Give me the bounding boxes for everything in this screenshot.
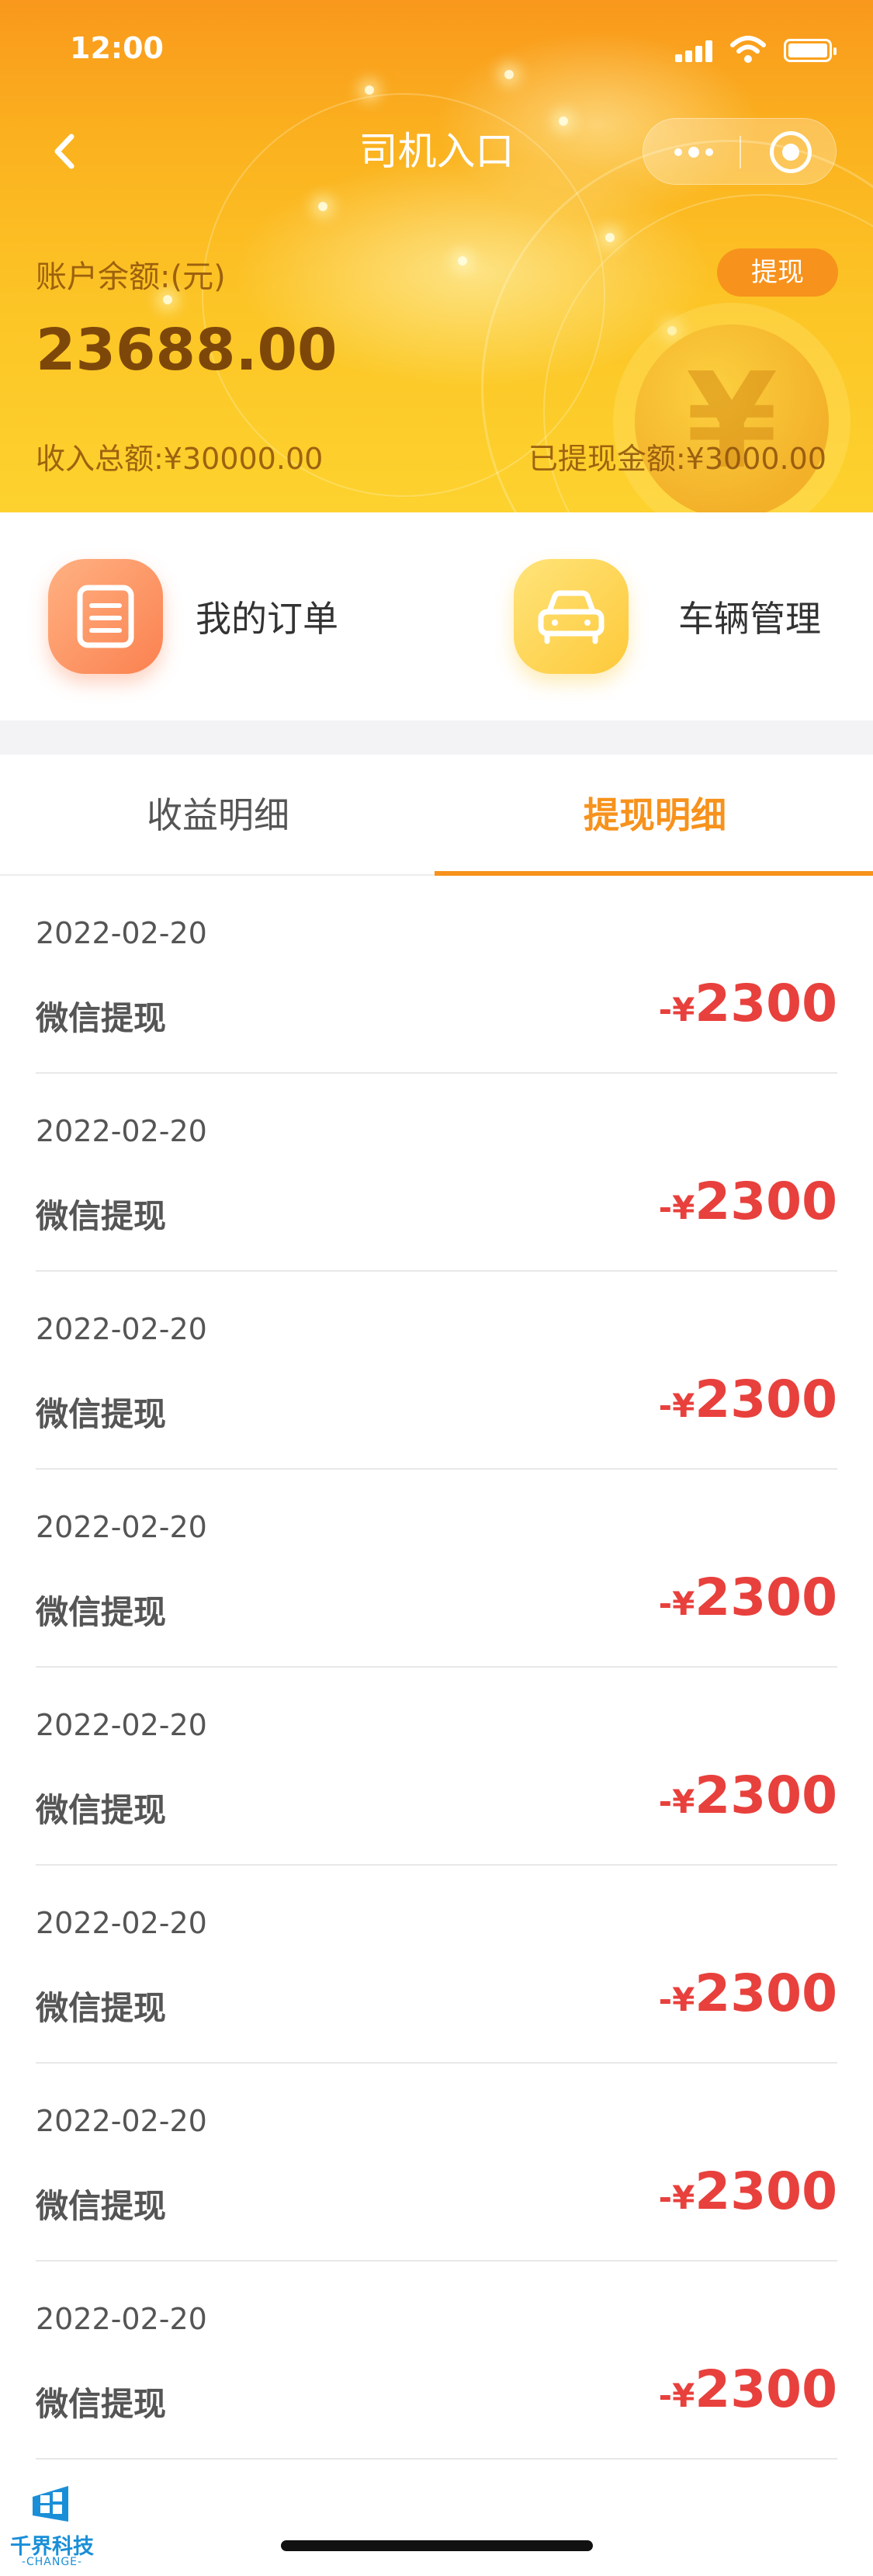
record-method: 微信提现 bbox=[36, 2187, 167, 2225]
amount-prefix: -¥ bbox=[658, 1387, 695, 1425]
list-item[interactable]: 2022-02-20 微信提现 -¥2300 bbox=[36, 876, 837, 1074]
amount-value: 2300 bbox=[695, 2359, 837, 2419]
record-date: 2022-02-20 bbox=[36, 1114, 207, 1148]
amount-value: 2300 bbox=[695, 1567, 837, 1627]
balance-value: 23688.00 bbox=[36, 317, 338, 384]
amount-prefix: -¥ bbox=[658, 1783, 695, 1821]
record-date: 2022-02-20 bbox=[36, 2104, 207, 2138]
tab-withdraw-details[interactable]: 提现明细 bbox=[437, 755, 873, 876]
record-amount: -¥2300 bbox=[659, 1765, 837, 1825]
amount-value: 2300 bbox=[695, 1765, 837, 1825]
record-amount: -¥2300 bbox=[659, 2161, 837, 2221]
list-item[interactable]: 2022-02-20 微信提现 -¥2300 bbox=[36, 1668, 837, 1866]
record-method: 微信提现 bbox=[36, 1395, 167, 1433]
record-method: 微信提现 bbox=[36, 1791, 167, 1829]
amount-prefix: -¥ bbox=[658, 991, 695, 1029]
status-time: 12:00 bbox=[70, 31, 164, 65]
coin-icon: ¥ bbox=[635, 325, 829, 512]
wifi-icon bbox=[730, 36, 766, 63]
mini-program-capsule bbox=[643, 118, 837, 185]
sparkle bbox=[458, 256, 467, 266]
record-date: 2022-02-20 bbox=[36, 1906, 207, 1940]
record-method: 微信提现 bbox=[36, 999, 167, 1037]
company-logo-icon bbox=[33, 2486, 68, 2522]
list-item[interactable]: 2022-02-20 微信提现 -¥2300 bbox=[36, 1272, 837, 1470]
tab-income-details[interactable]: 收益明细 bbox=[0, 755, 436, 876]
record-amount: -¥2300 bbox=[659, 1370, 837, 1429]
amount-prefix: -¥ bbox=[658, 1981, 695, 2019]
my-orders-label: 我的订单 bbox=[196, 598, 338, 640]
battery-icon bbox=[784, 39, 837, 62]
status-bar: 12:00 bbox=[0, 0, 873, 101]
list-item[interactable]: 2022-02-20 微信提现 -¥2300 bbox=[36, 1074, 837, 1272]
amount-value: 2300 bbox=[695, 1370, 837, 1429]
amount-prefix: -¥ bbox=[658, 1585, 695, 1623]
record-amount: -¥2300 bbox=[659, 974, 837, 1033]
company-watermark: 千界科技 -CHANGE- bbox=[2, 2481, 102, 2573]
amount-value: 2300 bbox=[695, 974, 837, 1033]
amount-prefix: -¥ bbox=[658, 2178, 695, 2217]
record-date: 2022-02-20 bbox=[36, 1312, 207, 1346]
my-orders-entry[interactable]: 我的订单 bbox=[48, 559, 338, 674]
account-header: ¥ 12:00 司机入口 账户余额:(元) 提现 23688.00 收入总额:¥… bbox=[0, 0, 873, 512]
record-date: 2022-02-20 bbox=[36, 916, 207, 950]
record-date: 2022-02-20 bbox=[36, 1708, 207, 1742]
record-method: 微信提现 bbox=[36, 1197, 167, 1235]
record-amount: -¥2300 bbox=[659, 1567, 837, 1627]
list-item[interactable]: 2022-02-20 微信提现 -¥2300 bbox=[36, 2064, 837, 2262]
section-divider bbox=[0, 720, 873, 755]
withdrawn-total: 已提现金额:¥3000.00 bbox=[528, 442, 826, 476]
record-amount: -¥2300 bbox=[659, 1172, 837, 1231]
amount-prefix: -¥ bbox=[658, 2376, 695, 2415]
record-method: 微信提现 bbox=[36, 1593, 167, 1631]
sparkle bbox=[667, 326, 677, 335]
target-circle-icon[interactable] bbox=[770, 131, 812, 173]
record-method: 微信提现 bbox=[36, 2385, 167, 2423]
car-icon bbox=[514, 559, 629, 674]
driver-portal-page: ¥ 12:00 司机入口 账户余额:(元) 提现 23688.00 收入总额:¥… bbox=[0, 0, 873, 2576]
quick-entries: 我的订单 车辆管理 bbox=[0, 512, 873, 720]
home-indicator[interactable] bbox=[281, 2540, 593, 2551]
list-item[interactable]: 2022-02-20 微信提现 -¥2300 bbox=[36, 1866, 837, 2064]
record-date: 2022-02-20 bbox=[36, 1510, 207, 1544]
detail-tabs: 收益明细 提现明细 bbox=[0, 755, 873, 876]
back-button[interactable] bbox=[39, 124, 93, 179]
vehicle-management-label: 车辆管理 bbox=[678, 598, 821, 640]
amount-value: 2300 bbox=[695, 2161, 837, 2221]
capsule-divider bbox=[740, 136, 741, 168]
record-amount: -¥2300 bbox=[659, 1963, 837, 2023]
list-item[interactable]: 2022-02-20 微信提现 -¥2300 bbox=[36, 1470, 837, 1668]
chevron-left-icon bbox=[54, 134, 74, 169]
document-list-icon bbox=[48, 559, 163, 674]
record-date: 2022-02-20 bbox=[36, 2302, 207, 2336]
sparkle bbox=[605, 233, 615, 242]
list-item[interactable]: 2022-02-20 微信提现 -¥2300 bbox=[36, 2262, 837, 2460]
record-amount: -¥2300 bbox=[659, 2359, 837, 2419]
cellular-signal-icon bbox=[675, 40, 715, 62]
more-dots-icon[interactable] bbox=[671, 144, 726, 161]
vehicle-management-entry[interactable]: 车辆管理 bbox=[514, 559, 821, 674]
record-method: 微信提现 bbox=[36, 1989, 167, 2027]
balance-label: 账户余额:(元) bbox=[36, 259, 226, 295]
total-income: 收入总额:¥30000.00 bbox=[36, 442, 324, 476]
withdraw-record-list: 2022-02-20 微信提现 -¥2300 2022-02-20 微信提现 -… bbox=[0, 876, 873, 2460]
sparkle bbox=[318, 202, 327, 211]
withdraw-button[interactable]: 提现 bbox=[717, 248, 838, 297]
company-subtitle: -CHANGE- bbox=[21, 2556, 83, 2568]
amount-value: 2300 bbox=[695, 1963, 837, 2023]
amount-value: 2300 bbox=[695, 1172, 837, 1231]
amount-prefix: -¥ bbox=[658, 1189, 695, 1227]
